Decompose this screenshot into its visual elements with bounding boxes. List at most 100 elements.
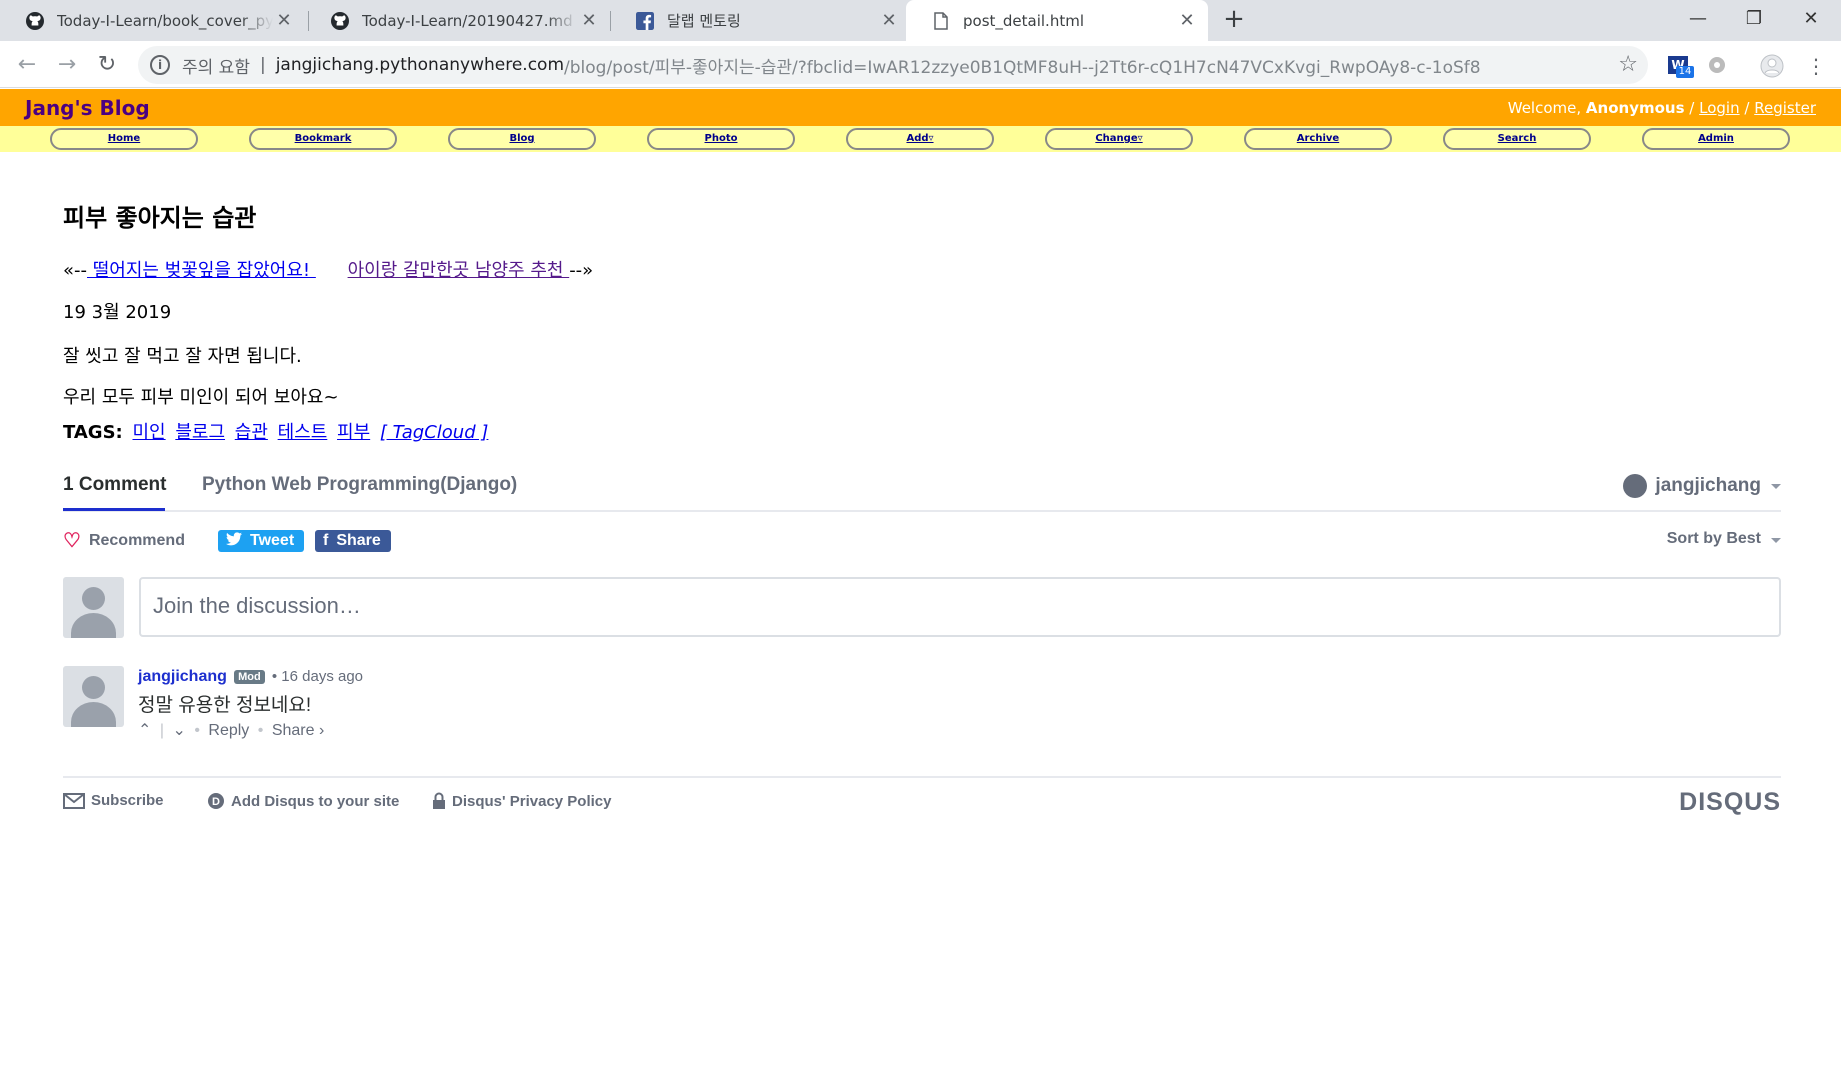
avatar — [63, 577, 124, 638]
url-host[interactable]: jangjichang.pythonanywhere.com — [276, 55, 564, 75]
restore-icon[interactable]: ❐ — [1731, 0, 1777, 38]
reply-link[interactable]: Reply — [208, 722, 249, 739]
twitter-icon — [226, 531, 242, 551]
tag-link[interactable]: 피부 — [337, 422, 370, 443]
tagcloud-link[interactable]: [ TagCloud ] — [380, 422, 488, 443]
next-arrow: --» — [569, 260, 594, 281]
browser-tabstrip: Today-I-Learn/book_cover_python ✕ Today-… — [0, 0, 1841, 41]
comment-time[interactable]: 16 days ago — [281, 668, 363, 685]
tag-link[interactable]: 블로그 — [175, 422, 225, 443]
previous-post-link[interactable]: 떨어지는 벚꽃잎을 잡았어요! — [87, 260, 316, 281]
tag-link[interactable]: 테스트 — [278, 422, 328, 443]
recommend-button[interactable]: ♡ Recommend — [63, 528, 185, 553]
tab-title: Today-I-Learn/20190427.md at master — [362, 11, 578, 30]
tags-label: TAGS: — [63, 422, 123, 443]
menu-blog[interactable]: Blog — [448, 128, 596, 150]
tag-link[interactable]: 미인 — [132, 422, 165, 443]
forward-icon[interactable]: → — [51, 49, 83, 81]
extension-gear-icon[interactable] — [1706, 54, 1730, 78]
username: Anonymous — [1585, 99, 1685, 117]
login-link[interactable]: Login — [1699, 99, 1739, 117]
security-label[interactable]: 주의 요함 — [182, 53, 250, 78]
tag-link[interactable]: 습관 — [235, 422, 268, 443]
menu-bookmark[interactable]: Bookmark — [249, 128, 397, 150]
separator: / — [1689, 99, 1695, 117]
meta-dot: • — [271, 668, 278, 685]
bookmark-star-icon[interactable]: ☆ — [1618, 52, 1638, 77]
browser-tab[interactable]: 달랩 멘토링 ✕ — [610, 0, 910, 41]
upvote-icon[interactable]: ⌃ — [138, 722, 151, 739]
add-disqus-label: Add Disqus to your site — [231, 792, 400, 810]
extension-icon[interactable]: W 14 — [1668, 54, 1694, 78]
active-tab-indicator — [63, 508, 165, 511]
close-window-icon[interactable]: ✕ — [1788, 0, 1834, 38]
comment-item: jangjichang Mod • 16 days ago 정말 유용한 정보네… — [63, 666, 1781, 746]
post-date: 19 3월 2019 — [63, 302, 172, 323]
recommend-label: Recommend — [88, 531, 185, 549]
menu-photo[interactable]: Photo — [647, 128, 795, 150]
disqus-username: jangjichang — [1655, 475, 1761, 496]
menu-home[interactable]: Home — [50, 128, 198, 150]
avatar[interactable] — [63, 666, 124, 727]
envelope-icon — [63, 792, 85, 809]
close-tab-icon[interactable]: ✕ — [273, 10, 295, 31]
menu-change[interactable]: Change▿ — [1045, 128, 1193, 150]
github-icon — [25, 11, 45, 31]
close-tab-icon[interactable]: ✕ — [1176, 10, 1198, 31]
close-tab-icon[interactable]: ✕ — [578, 10, 600, 31]
tweet-button[interactable]: Tweet — [218, 530, 305, 552]
main-menu: Home Bookmark Blog Photo Add▿ Change▿ Ar… — [0, 126, 1841, 152]
welcome-area: Welcome, Anonymous / Login / Register — [1508, 99, 1816, 117]
menu-archive[interactable]: Archive — [1244, 128, 1392, 150]
address-bar[interactable]: i 주의 요함 | jangjichang.pythonanywhere.com… — [138, 46, 1648, 84]
tweet-label: Tweet — [250, 532, 295, 549]
browser-tab-active[interactable]: post_detail.html ✕ — [906, 0, 1208, 41]
back-icon[interactable]: ← — [11, 49, 43, 81]
compose-area: Join the discussion… — [63, 577, 1781, 638]
next-post-link[interactable]: 아이랑 갈만한곳 남양주 추천 — [348, 260, 570, 281]
url-path[interactable]: /blog/post/피부-좋아지는-습관/?fbclid=IwAR12zzye… — [564, 53, 1481, 78]
prev-next-nav: «-- 떨어지는 벚꽃잎을 잡았어요! 아이랑 갈만한곳 남양주 추천 --» — [63, 256, 593, 282]
disqus-logo[interactable]: DISQUS — [1679, 788, 1781, 817]
browser-toolbar: ← → ↻ i 주의 요함 | jangjichang.pythonanywhe… — [0, 41, 1841, 88]
minimize-icon[interactable]: — — [1675, 0, 1721, 38]
sort-dropdown[interactable]: Sort by Best — [1667, 530, 1781, 548]
comment-controls: ⌃ | ⌄ • Reply • Share › — [138, 722, 325, 739]
browser-tab[interactable]: Today-I-Learn/book_cover_python ✕ — [0, 0, 305, 41]
tag-list: TAGS: 미인 블로그 습관 테스트 피부 [ TagCloud ] — [63, 418, 492, 444]
menu-add[interactable]: Add▿ — [846, 128, 994, 150]
reload-icon[interactable]: ↻ — [91, 49, 123, 81]
tab-comments[interactable]: 1 Comment — [63, 474, 166, 496]
tab-community[interactable]: Python Web Programming(Django) — [202, 474, 517, 496]
page-icon — [931, 11, 951, 31]
comment-author[interactable]: jangjichang — [138, 668, 227, 685]
subscribe-link[interactable]: Subscribe — [63, 792, 164, 809]
lock-icon — [432, 792, 446, 810]
svg-text:D: D — [212, 796, 220, 808]
downvote-icon[interactable]: ⌄ — [172, 722, 185, 739]
menu-admin[interactable]: Admin — [1642, 128, 1790, 150]
add-disqus-link[interactable]: D Add Disqus to your site — [207, 792, 399, 810]
tab-title: post_detail.html — [963, 11, 1084, 30]
comment-input[interactable]: Join the discussion… — [139, 577, 1781, 637]
new-tab-icon[interactable]: + — [1220, 6, 1248, 34]
share-link[interactable]: Share › — [272, 722, 324, 739]
site-title[interactable]: Jang's Blog — [25, 96, 150, 120]
close-tab-icon[interactable]: ✕ — [878, 10, 900, 31]
disqus-user-menu[interactable]: jangjichang — [1623, 474, 1781, 498]
post-paragraph: 잘 씻고 잘 먹고 잘 자면 됩니다. — [63, 346, 302, 367]
info-icon[interactable]: i — [150, 55, 170, 75]
caret-down-icon — [1771, 483, 1781, 489]
register-link[interactable]: Register — [1754, 99, 1816, 117]
post-title: 피부 좋아지는 습관 — [63, 204, 257, 232]
more-menu-icon[interactable]: ⋮ — [1804, 54, 1828, 78]
menu-search[interactable]: Search — [1443, 128, 1591, 150]
disqus-d-icon: D — [207, 792, 225, 810]
privacy-policy-link[interactable]: Disqus' Privacy Policy — [432, 792, 611, 810]
extension-badge: 14 — [1676, 66, 1694, 78]
facebook-share-button[interactable]: f Share — [315, 530, 391, 552]
url-divider: | — [259, 55, 266, 75]
browser-tab[interactable]: Today-I-Learn/20190427.md at master ✕ — [305, 0, 610, 41]
caret-down-icon — [1771, 538, 1781, 543]
profile-avatar-icon[interactable] — [1760, 54, 1784, 78]
